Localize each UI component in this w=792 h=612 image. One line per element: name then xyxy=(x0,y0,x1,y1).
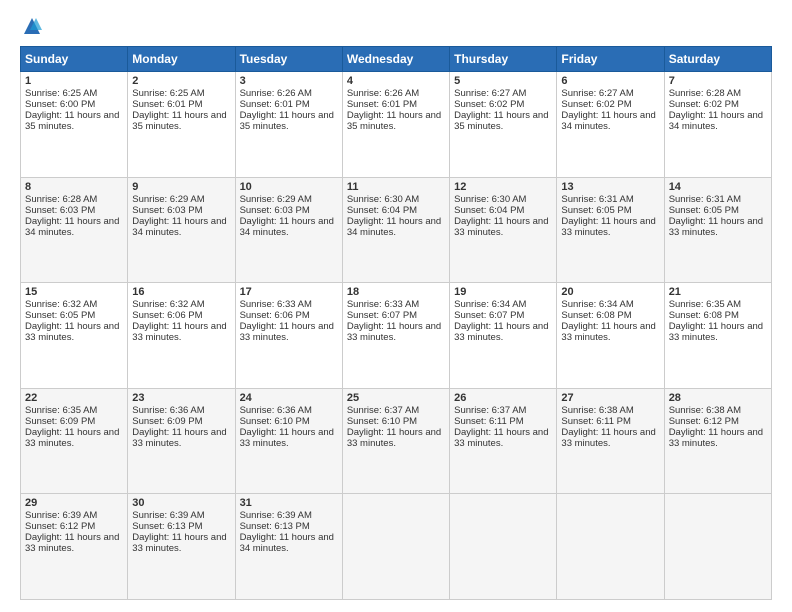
calendar-day-header: Wednesday xyxy=(342,47,449,72)
day-number: 8 xyxy=(25,181,123,193)
day-number: 23 xyxy=(132,392,230,404)
calendar-cell: 1Sunrise: 6:25 AMSunset: 6:00 PMDaylight… xyxy=(21,72,128,178)
day-number: 11 xyxy=(347,181,445,193)
calendar-cell: 15Sunrise: 6:32 AMSunset: 6:05 PMDayligh… xyxy=(21,283,128,389)
day-number: 16 xyxy=(132,286,230,298)
calendar-cell xyxy=(664,494,771,600)
day-number: 18 xyxy=(347,286,445,298)
calendar-cell xyxy=(450,494,557,600)
day-number: 30 xyxy=(132,497,230,509)
calendar-cell: 23Sunrise: 6:36 AMSunset: 6:09 PMDayligh… xyxy=(128,388,235,494)
day-number: 5 xyxy=(454,75,552,87)
day-number: 13 xyxy=(561,181,659,193)
calendar-cell: 13Sunrise: 6:31 AMSunset: 6:05 PMDayligh… xyxy=(557,177,664,283)
calendar-cell: 31Sunrise: 6:39 AMSunset: 6:13 PMDayligh… xyxy=(235,494,342,600)
logo-icon xyxy=(22,16,42,36)
day-number: 25 xyxy=(347,392,445,404)
day-number: 12 xyxy=(454,181,552,193)
calendar-cell: 8Sunrise: 6:28 AMSunset: 6:03 PMDaylight… xyxy=(21,177,128,283)
calendar-week-row: 8Sunrise: 6:28 AMSunset: 6:03 PMDaylight… xyxy=(21,177,772,283)
calendar-cell: 29Sunrise: 6:39 AMSunset: 6:12 PMDayligh… xyxy=(21,494,128,600)
day-number: 26 xyxy=(454,392,552,404)
calendar-cell: 12Sunrise: 6:30 AMSunset: 6:04 PMDayligh… xyxy=(450,177,557,283)
day-number: 10 xyxy=(240,181,338,193)
day-number: 20 xyxy=(561,286,659,298)
calendar-cell: 4Sunrise: 6:26 AMSunset: 6:01 PMDaylight… xyxy=(342,72,449,178)
calendar-cell: 3Sunrise: 6:26 AMSunset: 6:01 PMDaylight… xyxy=(235,72,342,178)
day-number: 14 xyxy=(669,181,767,193)
day-number: 28 xyxy=(669,392,767,404)
day-number: 2 xyxy=(132,75,230,87)
calendar-cell: 5Sunrise: 6:27 AMSunset: 6:02 PMDaylight… xyxy=(450,72,557,178)
calendar-cell: 9Sunrise: 6:29 AMSunset: 6:03 PMDaylight… xyxy=(128,177,235,283)
calendar-cell: 14Sunrise: 6:31 AMSunset: 6:05 PMDayligh… xyxy=(664,177,771,283)
day-number: 17 xyxy=(240,286,338,298)
page: SundayMondayTuesdayWednesdayThursdayFrid… xyxy=(0,0,792,612)
calendar-cell: 6Sunrise: 6:27 AMSunset: 6:02 PMDaylight… xyxy=(557,72,664,178)
calendar-day-header: Sunday xyxy=(21,47,128,72)
calendar-cell: 10Sunrise: 6:29 AMSunset: 6:03 PMDayligh… xyxy=(235,177,342,283)
header xyxy=(20,16,772,36)
calendar-cell: 11Sunrise: 6:30 AMSunset: 6:04 PMDayligh… xyxy=(342,177,449,283)
calendar-cell: 22Sunrise: 6:35 AMSunset: 6:09 PMDayligh… xyxy=(21,388,128,494)
calendar-day-header: Friday xyxy=(557,47,664,72)
calendar-cell: 27Sunrise: 6:38 AMSunset: 6:11 PMDayligh… xyxy=(557,388,664,494)
calendar-week-row: 29Sunrise: 6:39 AMSunset: 6:12 PMDayligh… xyxy=(21,494,772,600)
calendar-cell: 21Sunrise: 6:35 AMSunset: 6:08 PMDayligh… xyxy=(664,283,771,389)
calendar-table: SundayMondayTuesdayWednesdayThursdayFrid… xyxy=(20,46,772,600)
day-number: 4 xyxy=(347,75,445,87)
day-number: 9 xyxy=(132,181,230,193)
day-number: 31 xyxy=(240,497,338,509)
calendar-cell: 2Sunrise: 6:25 AMSunset: 6:01 PMDaylight… xyxy=(128,72,235,178)
calendar-cell: 18Sunrise: 6:33 AMSunset: 6:07 PMDayligh… xyxy=(342,283,449,389)
calendar-day-header: Monday xyxy=(128,47,235,72)
calendar-cell: 19Sunrise: 6:34 AMSunset: 6:07 PMDayligh… xyxy=(450,283,557,389)
calendar-week-row: 15Sunrise: 6:32 AMSunset: 6:05 PMDayligh… xyxy=(21,283,772,389)
calendar-cell: 24Sunrise: 6:36 AMSunset: 6:10 PMDayligh… xyxy=(235,388,342,494)
day-number: 22 xyxy=(25,392,123,404)
calendar-cell: 20Sunrise: 6:34 AMSunset: 6:08 PMDayligh… xyxy=(557,283,664,389)
day-number: 24 xyxy=(240,392,338,404)
calendar-cell: 16Sunrise: 6:32 AMSunset: 6:06 PMDayligh… xyxy=(128,283,235,389)
logo xyxy=(20,16,42,36)
calendar-cell xyxy=(557,494,664,600)
day-number: 27 xyxy=(561,392,659,404)
day-number: 29 xyxy=(25,497,123,509)
day-number: 1 xyxy=(25,75,123,87)
calendar-week-row: 22Sunrise: 6:35 AMSunset: 6:09 PMDayligh… xyxy=(21,388,772,494)
calendar-cell: 30Sunrise: 6:39 AMSunset: 6:13 PMDayligh… xyxy=(128,494,235,600)
day-number: 6 xyxy=(561,75,659,87)
day-number: 3 xyxy=(240,75,338,87)
calendar-cell: 26Sunrise: 6:37 AMSunset: 6:11 PMDayligh… xyxy=(450,388,557,494)
calendar-header-row: SundayMondayTuesdayWednesdayThursdayFrid… xyxy=(21,47,772,72)
day-number: 19 xyxy=(454,286,552,298)
day-number: 15 xyxy=(25,286,123,298)
calendar-cell xyxy=(342,494,449,600)
calendar-cell: 7Sunrise: 6:28 AMSunset: 6:02 PMDaylight… xyxy=(664,72,771,178)
calendar-cell: 28Sunrise: 6:38 AMSunset: 6:12 PMDayligh… xyxy=(664,388,771,494)
calendar-week-row: 1Sunrise: 6:25 AMSunset: 6:00 PMDaylight… xyxy=(21,72,772,178)
calendar-cell: 17Sunrise: 6:33 AMSunset: 6:06 PMDayligh… xyxy=(235,283,342,389)
calendar-cell: 25Sunrise: 6:37 AMSunset: 6:10 PMDayligh… xyxy=(342,388,449,494)
calendar-day-header: Thursday xyxy=(450,47,557,72)
day-number: 21 xyxy=(669,286,767,298)
calendar-day-header: Saturday xyxy=(664,47,771,72)
day-number: 7 xyxy=(669,75,767,87)
calendar-day-header: Tuesday xyxy=(235,47,342,72)
